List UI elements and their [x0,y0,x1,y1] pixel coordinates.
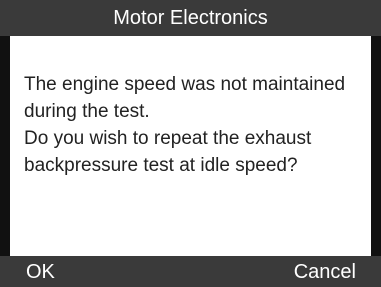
message-line: The engine speed was not maintained [24,74,346,95]
message-panel: The engine speed was not maintained duri… [10,36,371,256]
screen-title: Motor Electronics [113,7,268,29]
cancel-button[interactable]: Cancel [294,256,356,287]
scan-tool-screen: Motor Electronics The engine speed was n… [0,0,381,287]
title-bar: Motor Electronics [0,0,381,36]
message-line: Do you wish to repeat the exhaust [24,128,312,149]
dialog-message: The engine speed was not maintained duri… [24,71,371,179]
message-line: during the test. [24,101,150,122]
message-line: backpressure test at idle speed? [24,155,298,176]
softkey-bar: OK Cancel [0,256,381,287]
ok-button[interactable]: OK [26,256,55,287]
